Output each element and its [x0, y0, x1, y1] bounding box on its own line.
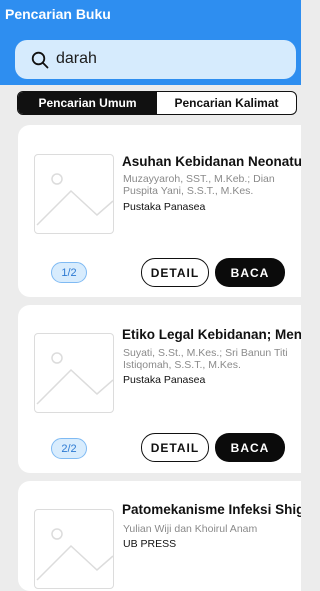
book-author: Suyati, S.St., M.Kes.; Sri Banun Titi Is… — [123, 347, 288, 371]
search-query[interactable]: darah — [56, 50, 97, 68]
page-title: Pencarian Buku — [5, 6, 111, 22]
book-cover-placeholder-icon — [34, 509, 114, 589]
detail-button[interactable]: DETAIL — [141, 433, 209, 462]
page-badge: 1/2 — [51, 262, 87, 283]
book-card[interactable]: Etiko Legal Kebidanan; Men Suyati, S.St.… — [18, 305, 301, 473]
tab-pencarian-kalimat[interactable]: Pencarian Kalimat — [157, 92, 296, 114]
book-title[interactable]: Asuhan Kebidanan Neonatu — [122, 154, 301, 169]
app-header: Pencarian Buku darah — [0, 0, 301, 85]
book-card[interactable]: Patomekanisme Infeksi Shig Yulian Wiji d… — [18, 481, 301, 591]
book-cover-placeholder-icon — [34, 154, 114, 234]
detail-button[interactable]: DETAIL — [141, 258, 209, 287]
book-cover-placeholder-icon — [34, 333, 114, 413]
book-publisher: Pustaka Panasea — [123, 374, 206, 386]
page-badge: 2/2 — [51, 438, 87, 459]
book-title[interactable]: Patomekanisme Infeksi Shig — [122, 502, 301, 517]
search-mode-tabs: Pencarian Umum Pencarian Kalimat — [17, 91, 297, 115]
book-author: Yulian Wiji dan Khoirul Anam — [123, 523, 258, 535]
book-publisher: UB PRESS — [123, 538, 177, 550]
book-publisher: Pustaka Panasea — [123, 201, 206, 213]
read-button[interactable]: BACA — [215, 433, 285, 462]
search-icon — [31, 51, 49, 69]
read-button[interactable]: BACA — [215, 258, 285, 287]
book-title[interactable]: Etiko Legal Kebidanan; Men — [122, 327, 301, 342]
search-input[interactable]: darah — [15, 40, 296, 79]
book-card[interactable]: Asuhan Kebidanan Neonatu Muzayyaroh, SST… — [18, 125, 301, 297]
tab-pencarian-umum[interactable]: Pencarian Umum — [18, 92, 157, 114]
book-author: Muzayyaroh, SST., M.Keb.; Dian Puspita Y… — [123, 173, 275, 197]
